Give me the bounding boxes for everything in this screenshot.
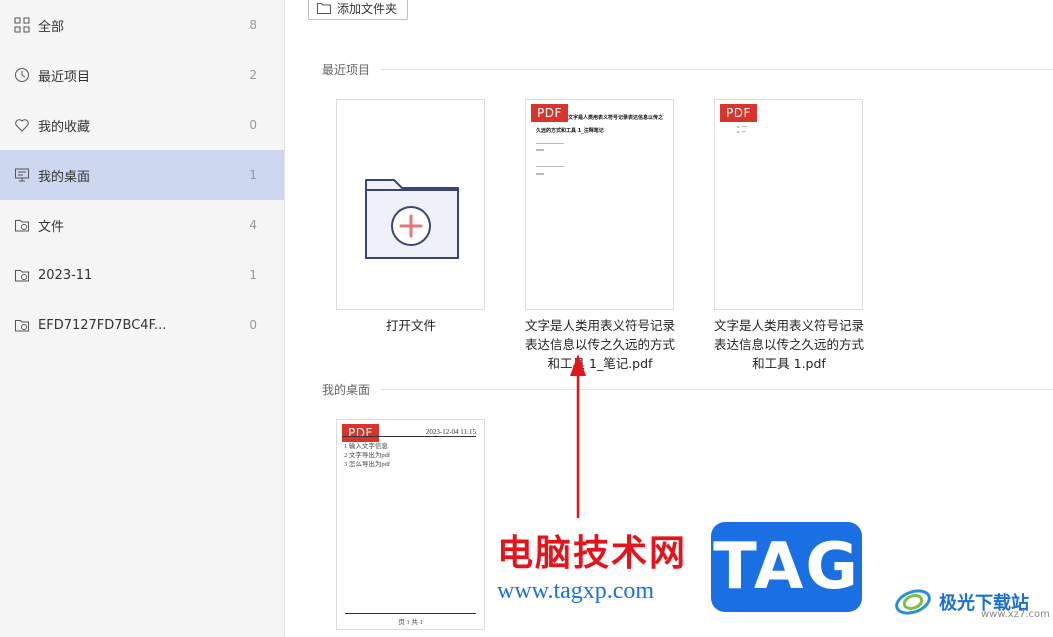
- open-file-label: 打开文件: [385, 318, 436, 333]
- sidebar-item-count: 4: [249, 218, 257, 232]
- preview-line: [536, 143, 564, 144]
- sidebar-item-label: 我的桌面: [38, 169, 91, 185]
- preview-line: [737, 126, 739, 128]
- watermark-site-name: 电脑技术网: [497, 532, 688, 574]
- watermark-logo: 极光下载站 www.xz7.com: [893, 585, 1050, 620]
- add-folder-button[interactable]: 添加文件夹: [308, 0, 408, 20]
- sidebar: 全部 8 最近项目 2 我的收藏 0 我的桌面 1 文件 4 2023-11 1: [0, 0, 285, 637]
- section-divider: [380, 389, 1053, 390]
- sidebar-item-2023-11[interactable]: 2023-11 1: [0, 250, 284, 300]
- sidebar-item-count: 0: [249, 318, 257, 332]
- sidebar-item-all[interactable]: 全部 8: [0, 0, 284, 50]
- red-arrow-annotation: [570, 354, 586, 518]
- preview-line: [536, 149, 544, 151]
- watermark-url: www.tagxp.com: [497, 578, 655, 604]
- preview-rule: [345, 613, 476, 614]
- sidebar-item-desktop[interactable]: 我的桌面 1: [0, 150, 284, 200]
- preview-line: 3 怎么导出为pdf: [344, 461, 391, 468]
- pdf-badge: PDF: [720, 104, 757, 122]
- preview-footer: 页 1 共 1: [398, 619, 423, 626]
- folder-clock-icon: [14, 267, 30, 283]
- folder-clock-icon: [14, 217, 30, 233]
- preview-line: [742, 126, 747, 127]
- preview-title: 文字是人类用表义符号记录表达信息以传之久远的方式和工具 1_注释笔记: [536, 115, 664, 134]
- open-file-card[interactable]: [336, 99, 485, 310]
- desktop-icon: [14, 167, 30, 183]
- pdf-thumbnail[interactable]: PDF 2023-12-04 11:15 1 输入文字信息 2 文字导出为pdf…: [336, 419, 485, 630]
- watermark-tag-logo: TAG: [711, 522, 862, 612]
- grid-icon: [14, 17, 30, 33]
- sidebar-item-label: 最近项目: [38, 69, 91, 85]
- aurora-logo-icon: [895, 589, 931, 615]
- sidebar-item-recent[interactable]: 最近项目 2: [0, 50, 284, 100]
- watermark-logo-url: www.xz7.com: [981, 609, 1050, 620]
- folder-clock-icon: [14, 317, 30, 333]
- folder-add-icon: [365, 179, 459, 259]
- sidebar-item-count: 0: [249, 118, 257, 132]
- preview-line: [536, 173, 544, 175]
- sidebar-item-files[interactable]: 文件 4: [0, 200, 284, 250]
- preview-rule: [342, 436, 476, 437]
- sidebar-item-label: 全部: [38, 19, 65, 35]
- sidebar-item-favorites[interactable]: 我的收藏 0: [0, 100, 284, 150]
- clock-icon: [14, 67, 30, 83]
- sidebar-item-count: 1: [249, 268, 257, 282]
- sidebar-item-label: 2023-11: [38, 267, 93, 283]
- preview-line: [737, 131, 739, 133]
- add-folder-label: 添加文件夹: [337, 1, 398, 16]
- section-title-desktop: 我的桌面: [322, 383, 371, 397]
- preview-line: [742, 131, 746, 132]
- sidebar-item-count: 1: [249, 168, 257, 182]
- sidebar-item-label: 我的收藏: [38, 119, 91, 135]
- pdf-thumbnail[interactable]: PDF 文字是人类用表义符号记录表达信息以传之久远的方式和工具 1_注释笔记: [525, 99, 674, 310]
- file-name-label: 文字是人类用表义符号记录表达信息以传之久远的方式和工具 1.pdf: [713, 318, 864, 371]
- sidebar-item-count: 8: [249, 18, 257, 32]
- file-name-label: 文字是人类用表义符号记录表达信息以传之久远的方式和工具 1_笔记.pdf: [524, 318, 675, 371]
- preview-date: 2023-12-04 11:15: [425, 428, 476, 436]
- pdf-thumbnail[interactable]: PDF: [714, 99, 863, 310]
- sidebar-item-efd7127[interactable]: EFD7127FD7BC4F... 0: [0, 300, 284, 350]
- folder-icon: [317, 3, 331, 14]
- sidebar-item-label: EFD7127FD7BC4F...: [38, 317, 167, 333]
- section-title-recent: 最近项目: [322, 63, 371, 77]
- preview-line: [536, 166, 564, 167]
- sidebar-item-label: 文件: [38, 219, 65, 235]
- heart-icon: [14, 117, 30, 133]
- sidebar-item-count: 2: [249, 68, 257, 82]
- section-divider: [380, 69, 1053, 70]
